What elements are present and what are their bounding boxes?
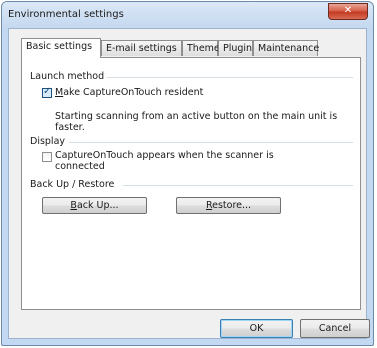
basic-settings-panel: Launch method ✓ Make CaptureOnTouch resi…: [21, 57, 361, 310]
display-divider: [69, 142, 353, 143]
dialog-window: Environmental settings ✕ Basic settings …: [1, 1, 374, 346]
tab-label: Theme: [187, 43, 220, 54]
tab-maintenance[interactable]: Maintenance: [253, 40, 320, 56]
close-button[interactable]: ✕: [328, 3, 368, 20]
cancel-button[interactable]: Cancel: [300, 319, 370, 338]
tab-theme[interactable]: Theme: [182, 40, 220, 56]
make-resident-label[interactable]: Make CaptureOnTouch resident: [55, 87, 203, 98]
dialog-client-area: Basic settings E-mail settings Theme Plu…: [8, 28, 370, 339]
launch-description-line1: Starting scanning from an active button …: [55, 111, 338, 122]
display-title: Display: [30, 136, 66, 147]
make-resident-checkbox[interactable]: ✓: [42, 86, 52, 98]
tab-plugin[interactable]: Plugin: [218, 40, 253, 56]
back-up-button[interactable]: Back Up...: [42, 197, 147, 214]
appears-when-connected-label-line1[interactable]: CaptureOnTouch appears when the scanner …: [55, 150, 274, 161]
title-bar[interactable]: Environmental settings ✕: [2, 2, 373, 28]
tab-label: Plugin: [223, 43, 253, 54]
launch-method-divider: [107, 77, 353, 78]
restore-button[interactable]: Restore...: [176, 197, 281, 214]
window-title: Environmental settings: [8, 9, 124, 20]
close-icon: ✕: [343, 5, 353, 16]
tab-label: E-mail settings: [106, 43, 177, 54]
appears-when-connected-checkbox[interactable]: [42, 152, 52, 162]
tab-label: Basic settings: [26, 41, 93, 52]
launch-description-line2: faster.: [55, 122, 85, 133]
checkmark-icon: ✓: [43, 86, 52, 97]
ok-button[interactable]: OK: [220, 319, 293, 338]
backup-restore-divider: [123, 185, 353, 186]
backup-restore-title: Back Up / Restore: [30, 179, 115, 190]
appears-when-connected-label-line2[interactable]: connected: [55, 161, 105, 172]
tab-email-settings[interactable]: E-mail settings: [101, 40, 182, 56]
tab-label: Maintenance: [258, 43, 320, 54]
tab-basic-settings[interactable]: Basic settings: [21, 38, 101, 58]
launch-method-title: Launch method: [30, 71, 105, 82]
